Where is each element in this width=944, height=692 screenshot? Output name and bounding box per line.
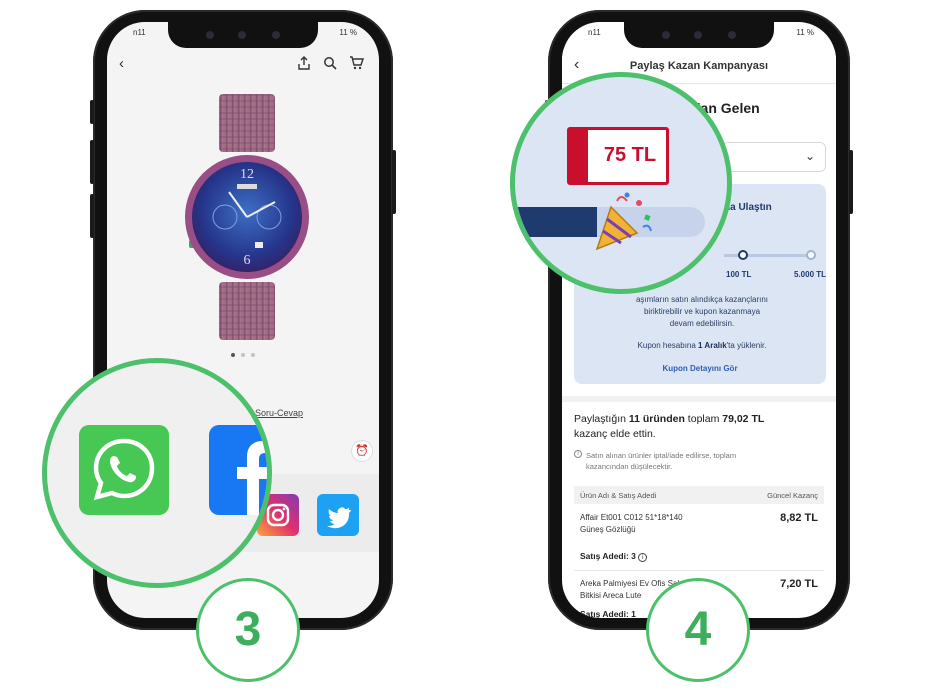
product-earning: 8,82 TL	[780, 512, 818, 524]
col-earning: Güncel Kazanç	[767, 491, 818, 500]
page-title: Paylaş Kazan Kampanyası	[629, 60, 769, 72]
ticket-stub	[570, 130, 588, 182]
back-icon[interactable]: ‹	[119, 56, 124, 72]
product-earning: 7,20 TL	[780, 578, 818, 590]
sales-count: Satış Adedi: 3 i	[580, 550, 648, 562]
tier-label-100: 100 TL	[726, 270, 752, 279]
alarm-icon[interactable]: ⏰	[351, 440, 373, 462]
tier-dot-100	[738, 250, 748, 260]
progress-card-title: na Ulaştın	[724, 202, 772, 213]
party-popper-icon	[595, 192, 652, 251]
col-product: Ürün Adı & Satış Adedi	[580, 491, 657, 500]
battery-label: 11 %	[339, 28, 357, 37]
product-topbar: ‹	[107, 50, 379, 80]
coupon-amount: 75 TL	[603, 144, 657, 166]
share-icon[interactable]	[297, 56, 311, 74]
info-icon[interactable]: i	[638, 553, 648, 562]
facebook-icon[interactable]	[209, 425, 267, 515]
info-line-3: devam edebilirsin.	[669, 319, 735, 328]
chevron-down-icon: ⌄	[804, 149, 815, 163]
product-name: Affair Et001 C012 51*18*140 Güneş Gözlüğü	[580, 513, 683, 534]
step-number-3: 3	[196, 578, 300, 682]
share-zoom-callout	[42, 358, 272, 588]
svg-text:6: 6	[244, 253, 251, 268]
battery-label: 11 %	[796, 28, 814, 37]
coupon-ticket: 75 TL	[567, 127, 669, 185]
progress-bar-fill	[515, 207, 597, 237]
period-select[interactable]: ⌄	[722, 142, 826, 172]
carrier-label: n11	[133, 28, 146, 37]
cart-icon[interactable]	[349, 56, 364, 74]
tier-dot-5000	[806, 250, 816, 260]
info-line-1: aşımların satın alındıkça kazançlarını	[635, 295, 769, 304]
table-row[interactable]: Affair Et001 C012 51*18*140 Güneş Gözlüğü…	[574, 512, 824, 572]
carrier-label: n11	[588, 28, 601, 37]
info-icon: i	[574, 450, 582, 458]
coupon-zoom-callout: 75 TL	[510, 72, 732, 294]
twitter-icon[interactable]	[317, 494, 359, 536]
tutorial-stage: n11 11 % ‹ 12 6 15 Soru-Cevap ⏰ 3 n11 11…	[0, 0, 944, 692]
info-line-2: biriktirebilir ve kupon kazanmaya	[643, 307, 761, 316]
coupon-detail-link[interactable]: Kupon Detayını Gör	[574, 364, 826, 373]
earnings-summary: Paylaştığın 11 üründen toplam 79,02 TL k…	[574, 413, 765, 440]
whatsapp-icon[interactable]	[79, 425, 169, 515]
watch-image: 12 6	[185, 94, 309, 340]
svg-text:12: 12	[240, 167, 254, 182]
search-icon[interactable]	[323, 56, 337, 74]
step-number-4: 4	[646, 578, 750, 682]
sales-count: Satış Adedi: 1	[580, 609, 636, 618]
coupon-load-info: Kupon hesabına 1 Aralık'ta yüklenir.	[637, 341, 767, 350]
refund-note: i Satın alınan ürünler iptal/iade edilir…	[574, 450, 824, 472]
tier-label-5000: 5.000 TL	[794, 270, 827, 279]
earnings-table-header: Ürün Adı & Satış Adedi Güncel Kazanç	[574, 486, 824, 504]
